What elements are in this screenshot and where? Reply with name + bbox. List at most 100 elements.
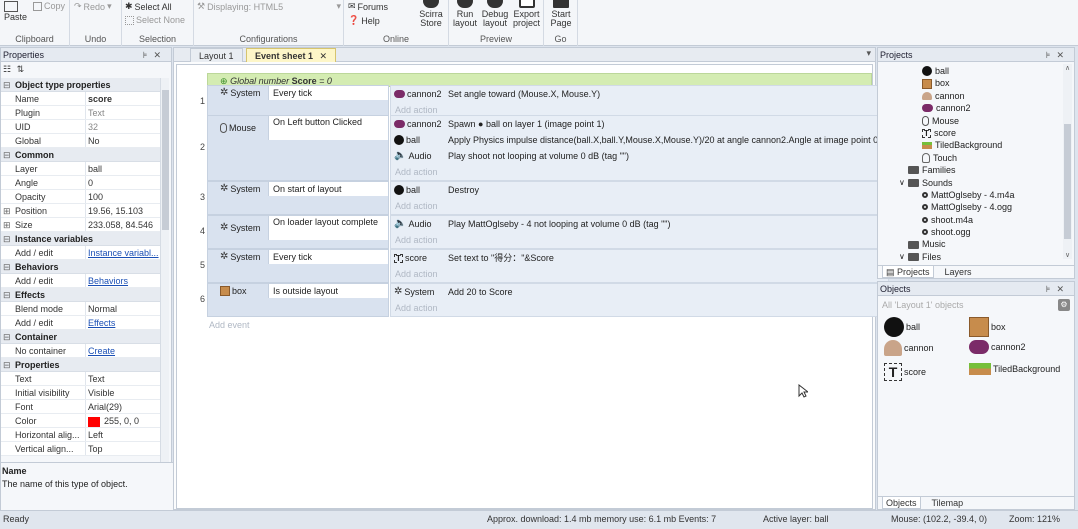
- close-tab-icon[interactable]: ✕: [320, 51, 328, 61]
- property-row[interactable]: Position19.56, 15.103: [1, 204, 163, 218]
- project-item[interactable]: shoot.ogg: [878, 226, 1064, 238]
- action-row[interactable]: Tscore Set text to "得分："&Score: [391, 250, 888, 266]
- project-item[interactable]: TiledBackground: [878, 139, 1064, 151]
- add-action-link[interactable]: Add action: [391, 164, 888, 180]
- event-block[interactable]: 1 ✲ System Every tick cannon2 Set angle towar…: [193, 85, 889, 119]
- properties-scrollbar[interactable]: [160, 78, 169, 508]
- scirra-store-button[interactable]: Scirra Store: [416, 0, 446, 28]
- property-row[interactable]: Vertical align... Top: [1, 442, 163, 456]
- close-icon[interactable]: ✕: [153, 50, 167, 60]
- object-tile[interactable]: box: [969, 317, 1006, 337]
- redo-button[interactable]: ↷ Redo ▾: [74, 1, 112, 12]
- start-page-button[interactable]: Start Page: [546, 0, 576, 28]
- property-category[interactable]: Object type properties: [1, 78, 163, 92]
- property-category[interactable]: Instance variables: [1, 232, 163, 246]
- project-item[interactable]: Mouse: [878, 115, 1064, 127]
- property-row[interactable]: No container Create: [1, 344, 163, 358]
- action-row[interactable]: ball Destroy: [391, 182, 888, 198]
- property-category[interactable]: Behaviors: [1, 260, 163, 274]
- object-tile[interactable]: cannon2: [969, 340, 1026, 354]
- property-row[interactable]: Global No: [1, 134, 163, 148]
- close-icon[interactable]: ✕: [1056, 284, 1070, 294]
- add-action-link[interactable]: Add action: [391, 198, 888, 214]
- property-row[interactable]: Font Arial(29): [1, 400, 163, 414]
- tab-event-sheet-1[interactable]: Event sheet 1 ✕: [246, 48, 337, 62]
- action-row[interactable]: cannon2 Spawn ● ball on layer 1 (image po…: [391, 116, 888, 132]
- property-row[interactable]: Size233.058, 84.546: [1, 218, 163, 232]
- property-row[interactable]: Plugin Text: [1, 106, 163, 120]
- project-item[interactable]: box: [878, 77, 1064, 89]
- condition-block[interactable]: box Is outside layout: [207, 283, 389, 317]
- property-link[interactable]: Effects: [86, 316, 163, 329]
- condition-row[interactable]: Mouse On Left button Clicked: [208, 116, 388, 140]
- project-folder[interactable]: Music: [878, 238, 1064, 250]
- condition-row[interactable]: ✲ System On loader layout complete: [208, 216, 388, 240]
- property-link[interactable]: Behaviors: [86, 274, 163, 287]
- project-item[interactable]: MattOglseby - 4.ogg: [878, 201, 1064, 213]
- condition-block[interactable]: ✲ System Every tick: [207, 249, 389, 283]
- scrollbar-down-icon[interactable]: ∨: [1063, 251, 1072, 259]
- expand-toggle-icon[interactable]: ∨: [899, 177, 905, 189]
- project-item[interactable]: ball: [878, 65, 1064, 77]
- condition-block[interactable]: ✲ System On loader layout complete: [207, 215, 389, 249]
- action-row[interactable]: 🔈 Audio Play MattOglseby - 4 not looping a…: [391, 216, 888, 232]
- select-all-button[interactable]: ✱ Select All: [125, 1, 172, 12]
- property-category[interactable]: Properties: [1, 358, 163, 372]
- property-category[interactable]: Common: [1, 148, 163, 162]
- pin-icon[interactable]: ⊧: [1046, 284, 1057, 294]
- condition-row[interactable]: ✲ System Every tick: [208, 86, 388, 100]
- condition-block[interactable]: ✲ System Every tick: [207, 85, 389, 119]
- tab-objects[interactable]: Objects: [882, 497, 921, 509]
- tab-projects[interactable]: ▤ Projects: [882, 266, 934, 278]
- condition-block[interactable]: ✲ System On start of layout: [207, 181, 389, 215]
- property-row[interactable]: Angle 0: [1, 176, 163, 190]
- forums-button[interactable]: ✉ Forums: [348, 1, 388, 12]
- scrollbar-thumb[interactable]: [1064, 124, 1071, 239]
- event-block[interactable]: 3➜✲SystemOn start of layoutballDestroyAd…: [193, 181, 889, 215]
- project-item[interactable]: MattOglseby - 4.m4a: [878, 189, 1064, 201]
- help-button[interactable]: ❓ Help: [348, 15, 380, 26]
- property-row[interactable]: Text Text: [1, 372, 163, 386]
- event-block[interactable]: 5 ✲ System Every tick Tscore Set text to "得分：…: [193, 249, 889, 283]
- property-row[interactable]: Add / edit Behaviors: [1, 274, 163, 288]
- project-item[interactable]: Touch: [878, 152, 1064, 164]
- export-project-button[interactable]: Export project: [510, 0, 543, 28]
- pin-icon[interactable]: ⊧: [143, 50, 154, 60]
- condition-row[interactable]: ✲ System Every tick: [208, 250, 388, 264]
- scrollbar-thumb[interactable]: [162, 90, 169, 230]
- action-row[interactable]: ball Apply Physics impulse distance(ball.…: [391, 132, 888, 148]
- add-action-link[interactable]: Add action: [391, 232, 888, 248]
- project-item[interactable]: cannon2: [878, 102, 1064, 114]
- project-item[interactable]: cannon: [878, 90, 1064, 102]
- project-item[interactable]: shoot.m4a: [878, 214, 1064, 226]
- tab-list-icon[interactable]: ▾: [866, 48, 871, 59]
- property-row[interactable]: Horizontal alig... Left: [1, 428, 163, 442]
- run-layout-button[interactable]: Run layout: [451, 0, 479, 28]
- add-event-link[interactable]: Add event: [209, 320, 250, 330]
- select-none-button[interactable]: Select None: [125, 15, 185, 25]
- filter-settings-icon[interactable]: ⚙: [1058, 299, 1070, 311]
- property-row[interactable]: Color 255, 0, 0: [1, 414, 163, 428]
- condition-row[interactable]: box Is outside layout: [208, 284, 388, 298]
- action-row[interactable]: 🔈 Audio Play shoot not looping at volume 0…: [391, 148, 888, 164]
- object-tile[interactable]: ball: [884, 317, 920, 337]
- property-row[interactable]: Layer ball: [1, 162, 163, 176]
- project-folder[interactable]: ∨ Sounds: [878, 177, 1064, 189]
- tab-layers[interactable]: Layers: [942, 266, 975, 278]
- sort-alphabetical-icon[interactable]: ⇅: [17, 64, 25, 74]
- property-link[interactable]: Instance variabl...: [86, 246, 163, 259]
- property-row[interactable]: Add / edit Instance variabl...: [1, 246, 163, 260]
- event-block[interactable]: 6➜boxIs outside layout✲SystemAdd 20 to S…: [193, 283, 889, 317]
- paste-label[interactable]: Paste: [4, 12, 27, 22]
- project-folder[interactable]: Families: [878, 164, 1064, 176]
- action-row[interactable]: ✲ System Add 20 to Score: [391, 284, 888, 300]
- color-swatch[interactable]: [88, 416, 100, 427]
- property-row[interactable]: Opacity 100: [1, 190, 163, 204]
- projects-scrollbar[interactable]: ∧ ∨: [1063, 64, 1072, 259]
- property-category[interactable]: Container: [1, 330, 163, 344]
- property-row[interactable]: Add / edit Effects: [1, 316, 163, 330]
- project-item[interactable]: Tscore: [878, 127, 1064, 139]
- object-tile[interactable]: Tscore: [884, 363, 926, 381]
- property-link[interactable]: Create: [86, 344, 163, 357]
- property-row[interactable]: UID 32: [1, 120, 163, 134]
